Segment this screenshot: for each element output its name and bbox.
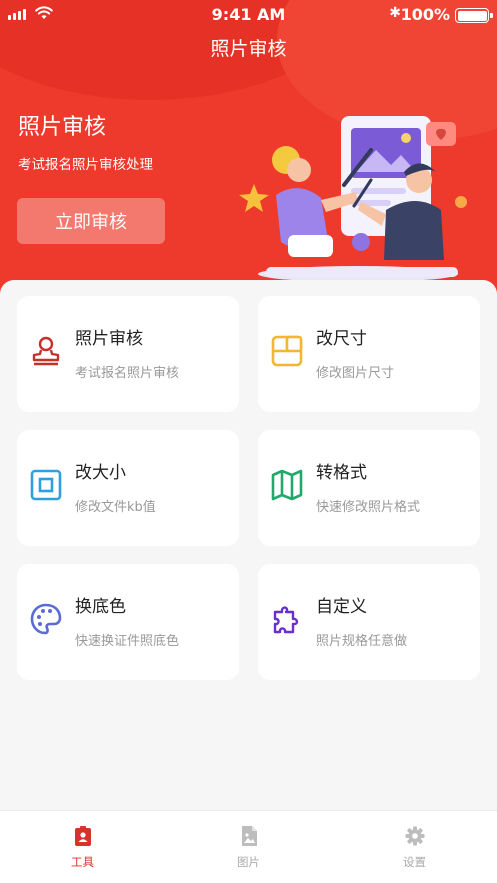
page-title: 照片审核	[210, 38, 287, 60]
tool-desc: 考试报名照片审核	[75, 366, 180, 381]
resize-icon	[271, 335, 303, 367]
hero-title: 照片审核	[18, 115, 107, 140]
palette-icon	[30, 603, 62, 635]
hero-banner: 9:41 AM ✱ 100% 照片审核 照片审核 考试报名照片审核处理 立即审核	[0, 0, 497, 300]
tool-desc: 照片规格任意做	[316, 634, 408, 649]
tab-images[interactable]: 图片	[166, 811, 331, 883]
puzzle-icon	[273, 606, 299, 634]
tab-tools[interactable]: 工具	[0, 811, 165, 883]
battery-icon	[455, 8, 493, 23]
tool-card-compress[interactable]: 改大小 修改文件kb值	[17, 430, 239, 546]
status-bar: 9:41 AM ✱ 100%	[0, 0, 497, 30]
tab-bar: 工具 图片 设置	[0, 810, 497, 883]
tool-grid: 照片审核 考试报名照片审核 改尺寸 修改图片尺寸 改大小 修改文件kb值 转格式…	[0, 280, 497, 810]
tool-title: 换底色	[75, 597, 126, 617]
tool-card-photo-review[interactable]: 照片审核 考试报名照片审核	[17, 296, 239, 412]
tool-card-resize[interactable]: 改尺寸 修改图片尺寸	[258, 296, 480, 412]
stamp-icon	[32, 336, 60, 366]
tab-label: 设置	[403, 855, 426, 869]
tool-desc: 快速修改照片格式	[316, 500, 421, 515]
tab-label: 工具	[71, 855, 94, 869]
tool-desc: 修改文件kb值	[75, 500, 156, 515]
tool-card-background[interactable]: 换底色 快速换证件照底色	[17, 564, 239, 680]
gear-icon	[405, 826, 424, 846]
map-icon	[271, 469, 303, 501]
tool-card-custom[interactable]: 自定义 照片规格任意做	[258, 564, 480, 680]
tool-title: 自定义	[316, 597, 367, 617]
bluetooth-icon: ✱	[389, 5, 401, 21]
battery-percent: 100%	[400, 5, 450, 24]
tab-settings[interactable]: 设置	[332, 811, 497, 883]
hero-subtitle: 考试报名照片审核处理	[18, 157, 153, 173]
id-badge-icon	[74, 826, 91, 846]
tab-label: 图片	[237, 855, 260, 869]
tool-card-format[interactable]: 转格式 快速修改照片格式	[258, 430, 480, 546]
tool-desc: 快速换证件照底色	[75, 634, 180, 649]
review-illustration	[239, 116, 467, 282]
tool-title: 改大小	[75, 463, 126, 483]
square-icon	[30, 469, 62, 501]
start-review-button[interactable]: 立即审核	[17, 198, 165, 244]
tool-title: 转格式	[316, 463, 367, 483]
tool-desc: 修改图片尺寸	[316, 366, 395, 381]
image-file-icon	[241, 826, 257, 846]
tool-title: 照片审核	[75, 329, 143, 349]
tool-title: 改尺寸	[316, 329, 367, 349]
